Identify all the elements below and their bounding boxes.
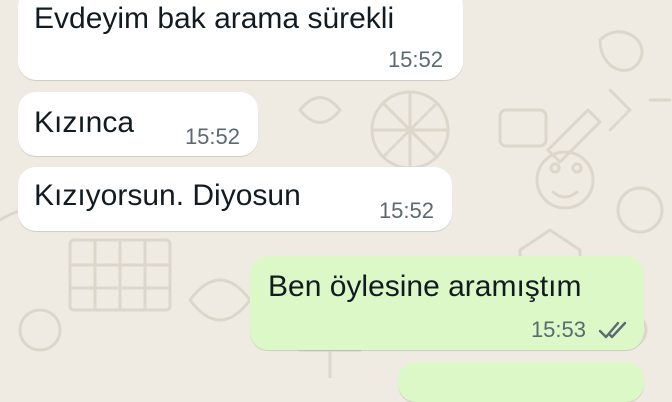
message-text: Kızınca	[34, 106, 135, 139]
message-bubble-incoming[interactable]: Kızınca 15:52	[18, 92, 258, 156]
message-timestamp: 15:52	[387, 47, 443, 72]
double-check-icon	[598, 321, 627, 339]
message-bubble-incoming[interactable]: Kızıyorsun. Diyosun 15:52	[18, 167, 452, 231]
message-text: Ben öylesine aramıştım	[268, 270, 582, 303]
message-text: Kızıyorsun. Diyosun	[34, 179, 301, 212]
message-timestamp: 15:52	[378, 198, 434, 223]
message-text: Evdeyim bak arama sürekli	[34, 2, 395, 35]
message-timestamp: 15:52	[184, 124, 240, 149]
message-timestamp: 15:53	[530, 317, 586, 342]
message-bubble-incoming[interactable]: Evdeyim bak arama sürekli 15:52	[18, 0, 463, 80]
message-bubble-outgoing-partial[interactable]	[398, 362, 644, 402]
message-bubble-outgoing[interactable]: Ben öylesine aramıştım 15:53	[250, 256, 644, 350]
